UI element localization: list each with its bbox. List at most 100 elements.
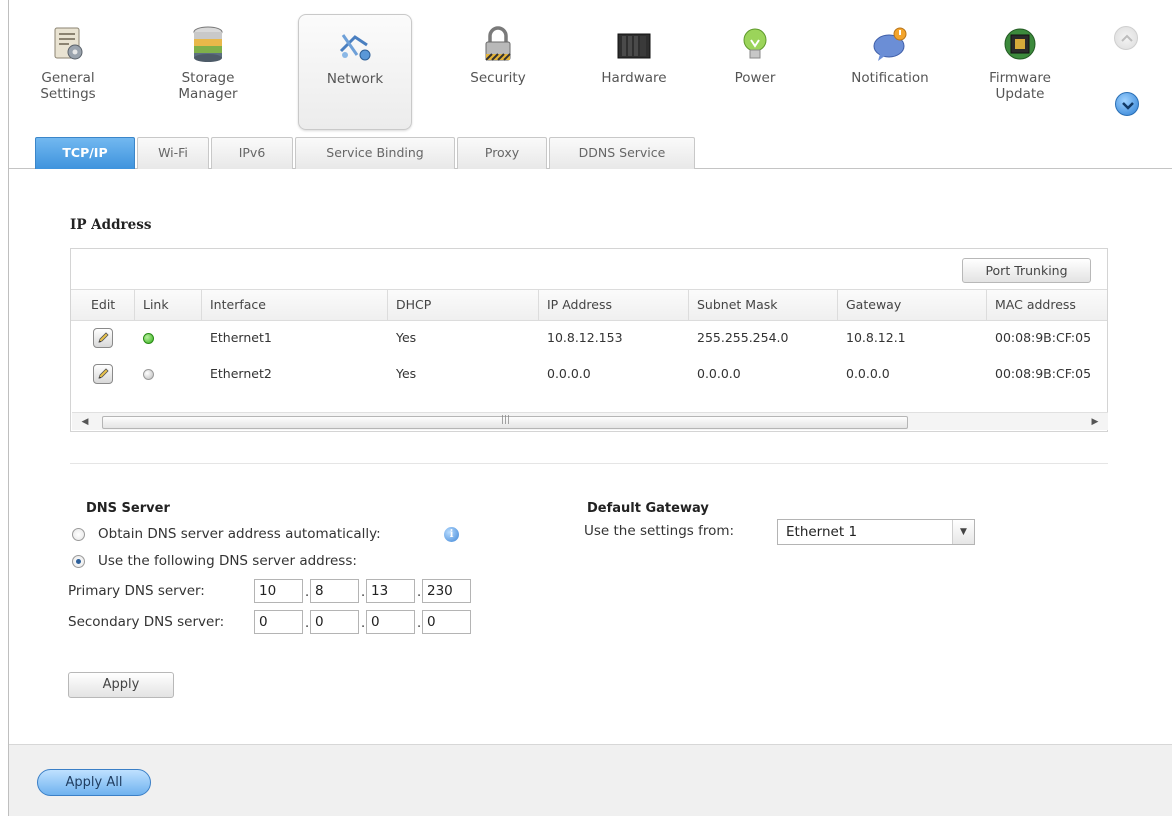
cell-interface: Ethernet1 <box>210 330 272 345</box>
primary-dns-octet-3[interactable]: 13 <box>366 579 415 603</box>
octet-separator: . <box>417 616 422 631</box>
default-gateway-heading: Default Gateway <box>587 501 709 516</box>
toolbar-item-hardware[interactable]: Hardware <box>577 14 691 130</box>
toolbar-item-firmware-update[interactable]: Firmware Update <box>963 14 1077 130</box>
gateway-source-label: Use the settings from: <box>584 523 735 539</box>
column-header-ip-address[interactable]: IP Address <box>539 290 689 320</box>
scroll-left-arrow-icon[interactable]: ◀ <box>78 415 92 429</box>
secondary-dns-octet-2[interactable]: 0 <box>310 610 359 634</box>
secondary-dns-octet-3[interactable]: 0 <box>366 610 415 634</box>
cell-ip-address: 0.0.0.0 <box>547 366 591 381</box>
toolbar-item-power[interactable]: Power <box>698 14 812 130</box>
chevron-down-icon[interactable]: ▼ <box>952 520 974 544</box>
column-header-subnet-mask[interactable]: Subnet Mask <box>689 290 838 320</box>
hardware-icon <box>617 33 651 59</box>
column-header-gateway[interactable]: Gateway <box>838 290 987 320</box>
toolbar-item-label: Security <box>470 70 526 86</box>
cell-interface: Ethernet2 <box>210 366 272 381</box>
toolbar-item-label: Storage Manager <box>178 70 238 102</box>
scrollbar-thumb[interactable]: ||| <box>102 415 908 429</box>
octet-separator: . <box>361 585 366 600</box>
tab-service-binding[interactable]: Service Binding <box>295 137 455 169</box>
link-up-status-icon <box>143 333 154 344</box>
toolbar-scroll-up-button[interactable] <box>1114 26 1138 50</box>
toolbar-item-security[interactable]: Security <box>441 14 555 130</box>
tab-wi-fi[interactable]: Wi-Fi <box>137 137 209 169</box>
firmware-icon <box>1004 28 1036 60</box>
column-header-dhcp[interactable]: DHCP <box>388 290 539 320</box>
octet-separator: . <box>417 585 422 600</box>
storage-icon <box>193 26 223 62</box>
primary-dns-octet-4[interactable]: 230 <box>422 579 471 603</box>
dns-manual-label: Use the following DNS server address: <box>98 553 357 569</box>
cell-subnet-mask: 0.0.0.0 <box>697 366 741 381</box>
dns-auto-label: Obtain DNS server address automatically: <box>98 526 381 542</box>
toolbar-item-storage-manager[interactable]: Storage Manager <box>151 14 265 130</box>
primary-dns-octet-2[interactable]: 8 <box>310 579 359 603</box>
column-header-interface[interactable]: Interface <box>202 290 388 320</box>
dns-server-heading: DNS Server <box>86 501 170 516</box>
grip-icon: ||| <box>501 415 511 425</box>
column-header-edit[interactable]: Edit <box>71 290 135 320</box>
gateway-interface-select[interactable]: Ethernet 1 ▼ <box>777 519 975 545</box>
tab-ipv6[interactable]: IPv6 <box>211 137 293 169</box>
primary-dns-label: Primary DNS server: <box>68 583 205 599</box>
toolbar-item-label: General Settings <box>40 70 96 102</box>
notification-icon <box>873 27 907 61</box>
column-header-mac-address[interactable]: MAC address <box>987 290 1109 320</box>
secondary-dns-octet-1[interactable]: 0 <box>254 610 303 634</box>
settings-icon <box>54 27 83 60</box>
toolbar-item-network[interactable]: Network <box>298 14 412 130</box>
table-toolbar: Port Trunking <box>71 249 1107 289</box>
secondary-dns-octet-4[interactable]: 0 <box>422 610 471 634</box>
column-header-link[interactable]: Link <box>135 290 202 320</box>
power-bulb-icon <box>743 28 767 59</box>
toolbar-item-general-settings[interactable]: General Settings <box>11 14 125 130</box>
chevron-up-icon <box>1121 34 1133 42</box>
cell-dhcp: Yes <box>396 330 417 345</box>
tab-tcp-ip[interactable]: TCP/IP <box>35 137 135 169</box>
chevron-down-icon <box>1122 102 1134 110</box>
octet-separator: . <box>305 616 310 631</box>
cell-gateway: 0.0.0.0 <box>846 366 890 381</box>
cell-dhcp: Yes <box>396 366 417 381</box>
toolbar-item-notification[interactable]: Notification <box>833 14 947 130</box>
select-value: Ethernet 1 <box>786 524 858 540</box>
toolbar-item-label: Hardware <box>601 70 667 86</box>
network-settings-window: General Settings Storage Manager Network <box>8 0 1172 816</box>
port-trunking-button[interactable]: Port Trunking <box>962 258 1091 283</box>
cell-subnet-mask: 255.255.254.0 <box>697 330 789 345</box>
interface-table: Port Trunking Edit Link Interface DHCP I… <box>70 248 1108 432</box>
edit-icon[interactable] <box>93 364 113 384</box>
table-row[interactable]: Ethernet2 Yes 0.0.0.0 0.0.0.0 0.0.0.0 00… <box>71 357 1107 391</box>
toolbar-scroll-down-button[interactable] <box>1115 92 1139 116</box>
cell-mac-address: 00:08:9B:CF:05 <box>995 330 1092 345</box>
ip-address-heading: IP Address <box>70 217 152 233</box>
horizontal-scrollbar[interactable]: ◀ ||| ▶ <box>72 412 1108 430</box>
cell-ip-address: 10.8.12.153 <box>547 330 623 345</box>
cell-gateway: 10.8.12.1 <box>846 330 906 345</box>
info-icon[interactable]: i <box>444 527 459 542</box>
tab-proxy[interactable]: Proxy <box>457 137 547 169</box>
primary-dns-octet-1[interactable]: 10 <box>254 579 303 603</box>
cell-mac-address: 00:08:9B:CF:05 <box>995 366 1092 381</box>
toolbar-item-label: Notification <box>851 70 929 86</box>
edit-icon[interactable] <box>93 328 113 348</box>
scroll-right-arrow-icon[interactable]: ▶ <box>1088 415 1102 429</box>
dns-auto-radio[interactable] <box>72 528 85 541</box>
toolbar-item-label: Network <box>326 71 384 87</box>
octet-separator: . <box>361 616 366 631</box>
dns-manual-radio[interactable] <box>72 555 85 568</box>
link-down-status-icon <box>143 369 154 380</box>
table-header: Edit Link Interface DHCP IP Address Subn… <box>71 289 1107 321</box>
octet-separator: . <box>305 585 310 600</box>
dns-apply-button[interactable]: Apply <box>68 672 174 698</box>
network-icon <box>339 34 371 61</box>
apply-all-button[interactable]: Apply All <box>37 769 151 796</box>
secondary-dns-label: Secondary DNS server: <box>68 614 225 630</box>
toolbar-item-label: Firmware Update <box>989 70 1051 102</box>
tab-ddns-service[interactable]: DDNS Service <box>549 137 695 169</box>
category-toolbar: General Settings Storage Manager Network <box>9 0 1172 136</box>
toolbar-item-label: Power <box>734 70 776 86</box>
table-row[interactable]: Ethernet1 Yes 10.8.12.153 255.255.254.0 … <box>71 321 1107 355</box>
